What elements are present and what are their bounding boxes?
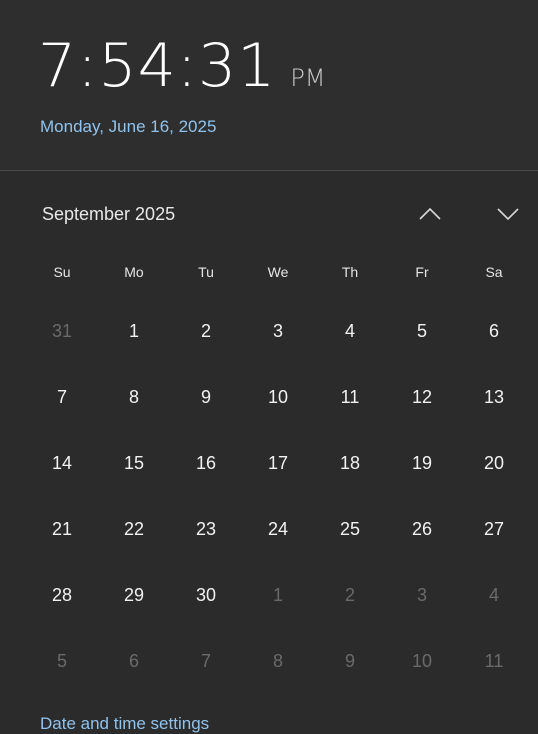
time-value: 7:54:31 <box>38 31 277 101</box>
divider <box>0 170 538 171</box>
calendar-day[interactable]: 16 <box>170 430 242 496</box>
calendar-day[interactable]: 21 <box>26 496 98 562</box>
calendar-day[interactable]: 7 <box>26 364 98 430</box>
chevron-up-icon <box>418 207 442 221</box>
calendar-day[interactable]: 8 <box>98 364 170 430</box>
weekday-label: Mo <box>124 264 144 280</box>
calendar-day[interactable]: 10 <box>242 364 314 430</box>
calendar-day[interactable]: 12 <box>386 364 458 430</box>
weekday-label: Tu <box>198 264 214 280</box>
month-year-header[interactable]: September 2025 <box>42 202 175 226</box>
calendar-day[interactable]: 9 <box>170 364 242 430</box>
calendar-day-outside-month[interactable]: 11 <box>458 628 530 694</box>
calendar-day[interactable]: 18 <box>314 430 386 496</box>
calendar-day[interactable]: 28 <box>26 562 98 628</box>
weekday-label: Fr <box>415 264 429 280</box>
current-time: 7:54:31 PM <box>38 30 326 114</box>
calendar-day[interactable]: 6 <box>458 298 530 364</box>
weekday-label: Sa <box>485 264 503 280</box>
calendar-day[interactable]: 1 <box>98 298 170 364</box>
calendar-day[interactable]: 19 <box>386 430 458 496</box>
clock-panel: 7:54:31 PM Monday, June 16, 2025 <box>0 0 538 170</box>
calendar-day-outside-month[interactable]: 4 <box>458 562 530 628</box>
calendar-day-outside-month[interactable]: 5 <box>26 628 98 694</box>
weekday-label: We <box>267 264 289 280</box>
calendar-day-outside-month[interactable]: 31 <box>26 298 98 364</box>
date-and-time-settings-link[interactable]: Date and time settings <box>40 712 209 734</box>
calendar-day-outside-month[interactable]: 2 <box>314 562 386 628</box>
am-pm-indicator: PM <box>290 64 326 92</box>
calendar-day[interactable]: 26 <box>386 496 458 562</box>
calendar-day-outside-month[interactable]: 1 <box>242 562 314 628</box>
calendar-day[interactable]: 3 <box>242 298 314 364</box>
weekday-header-row: Su Mo Tu We Th Fr Sa <box>26 262 530 282</box>
calendar-day[interactable]: 29 <box>98 562 170 628</box>
calendar-day[interactable]: 13 <box>458 364 530 430</box>
calendar-day-outside-month[interactable]: 9 <box>314 628 386 694</box>
calendar-day[interactable]: 20 <box>458 430 530 496</box>
calendar-day-outside-month[interactable]: 10 <box>386 628 458 694</box>
calendar-day[interactable]: 14 <box>26 430 98 496</box>
calendar-grid: 31 1 2 3 4 5 6 7 8 9 10 11 12 13 14 15 16 17 18 19 20 21 22 23 2… <box>26 298 530 694</box>
calendar-day[interactable]: 2 <box>170 298 242 364</box>
previous-month-button[interactable] <box>412 196 448 232</box>
calendar-day[interactable]: 30 <box>170 562 242 628</box>
calendar-day[interactable]: 23 <box>170 496 242 562</box>
calendar-day[interactable]: 4 <box>314 298 386 364</box>
calendar-day-outside-month[interactable]: 8 <box>242 628 314 694</box>
calendar-day[interactable]: 25 <box>314 496 386 562</box>
calendar-day-outside-month[interactable]: 6 <box>98 628 170 694</box>
next-month-button[interactable] <box>490 196 526 232</box>
calendar-day[interactable]: 11 <box>314 364 386 430</box>
weekday-label: Th <box>341 264 359 280</box>
calendar-day-outside-month[interactable]: 3 <box>386 562 458 628</box>
calendar-day[interactable]: 15 <box>98 430 170 496</box>
calendar-day[interactable]: 24 <box>242 496 314 562</box>
calendar-day[interactable]: 22 <box>98 496 170 562</box>
current-date-link[interactable]: Monday, June 16, 2025 <box>40 116 216 138</box>
calendar-day[interactable]: 27 <box>458 496 530 562</box>
calendar-day[interactable]: 17 <box>242 430 314 496</box>
calendar-day[interactable]: 5 <box>386 298 458 364</box>
chevron-down-icon <box>496 207 520 221</box>
calendar-day-outside-month[interactable]: 7 <box>170 628 242 694</box>
weekday-label: Su <box>53 264 71 280</box>
date-time-flyout: 7:54:31 PM Monday, June 16, 2025 Septembe… <box>0 0 538 734</box>
